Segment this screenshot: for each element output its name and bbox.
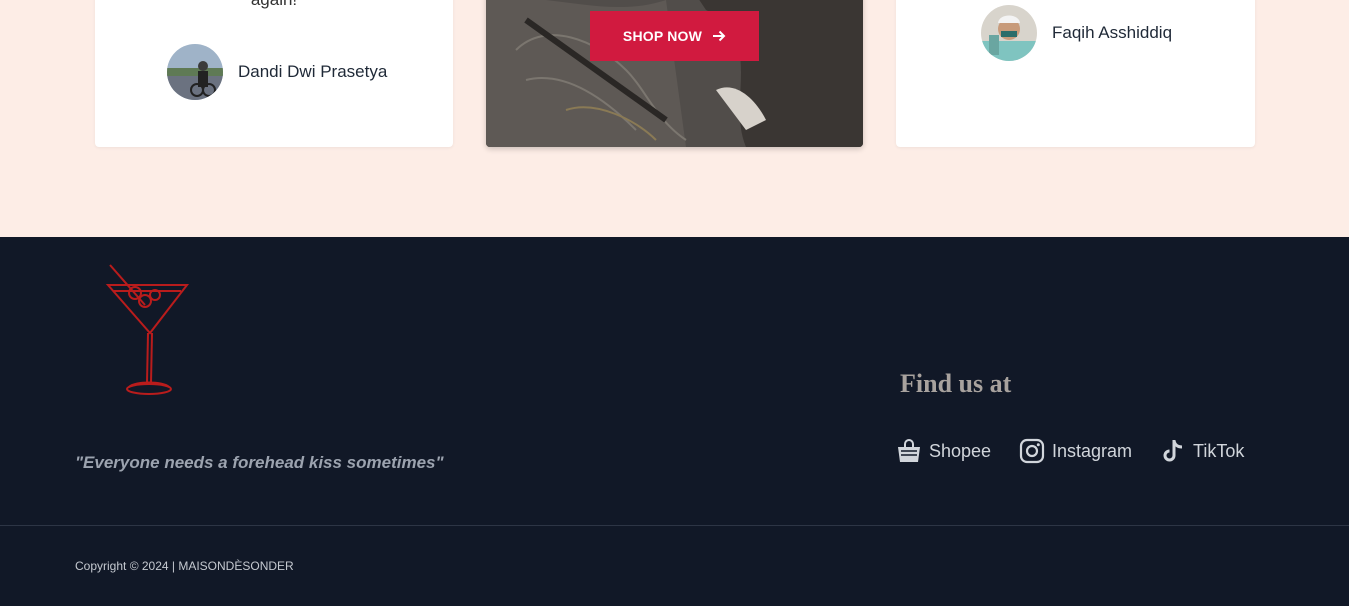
instagram-icon [1019,438,1045,464]
footer-tagline: "Everyone needs a forehead kiss sometime… [75,453,444,472]
footer-divider [0,525,1349,526]
author-name: Dandi Dwi Prasetya [238,62,388,81]
shopping-bag-icon [898,439,920,462]
arrow-right-icon [713,30,726,42]
find-us-heading: Find us at [900,369,1012,398]
shop-now-label: SHOP NOW [622,28,703,44]
shop-now-button[interactable]: SHOP NOW [590,11,759,61]
copyright-text: Copyright © 2024 | MAISONDÈSONDER [75,559,294,573]
shopee-label: Shopee [929,440,992,461]
testimonial-card-left: again! Dandi Dwi Prasetya [95,0,453,147]
testimonial-author: Faqih Asshiddiq [981,5,1172,61]
martini-glass-logo [105,264,190,395]
testimonials-section: again! Dandi Dwi Prasetya [0,0,1349,237]
tiktok-icon [1163,440,1183,462]
shopee-link[interactable]: Shopee [896,438,991,464]
testimonial-card-right: Faqih Asshiddiq [896,0,1255,147]
testimonial-author: Dandi Dwi Prasetya [167,44,387,100]
testimonial-text: again! [95,0,453,20]
promo-banner: SHOP NOW [486,0,863,147]
site-footer: "Everyone needs a forehead kiss sometime… [0,237,1349,606]
author-name: Faqih Asshiddiq [1052,23,1173,42]
instagram-label: Instagram [1052,440,1133,461]
tiktok-link[interactable]: TikTok [1160,438,1244,464]
avatar [981,5,1037,61]
avatar [167,44,223,100]
tiktok-label: TikTok [1193,440,1245,461]
instagram-link[interactable]: Instagram [1019,438,1132,464]
